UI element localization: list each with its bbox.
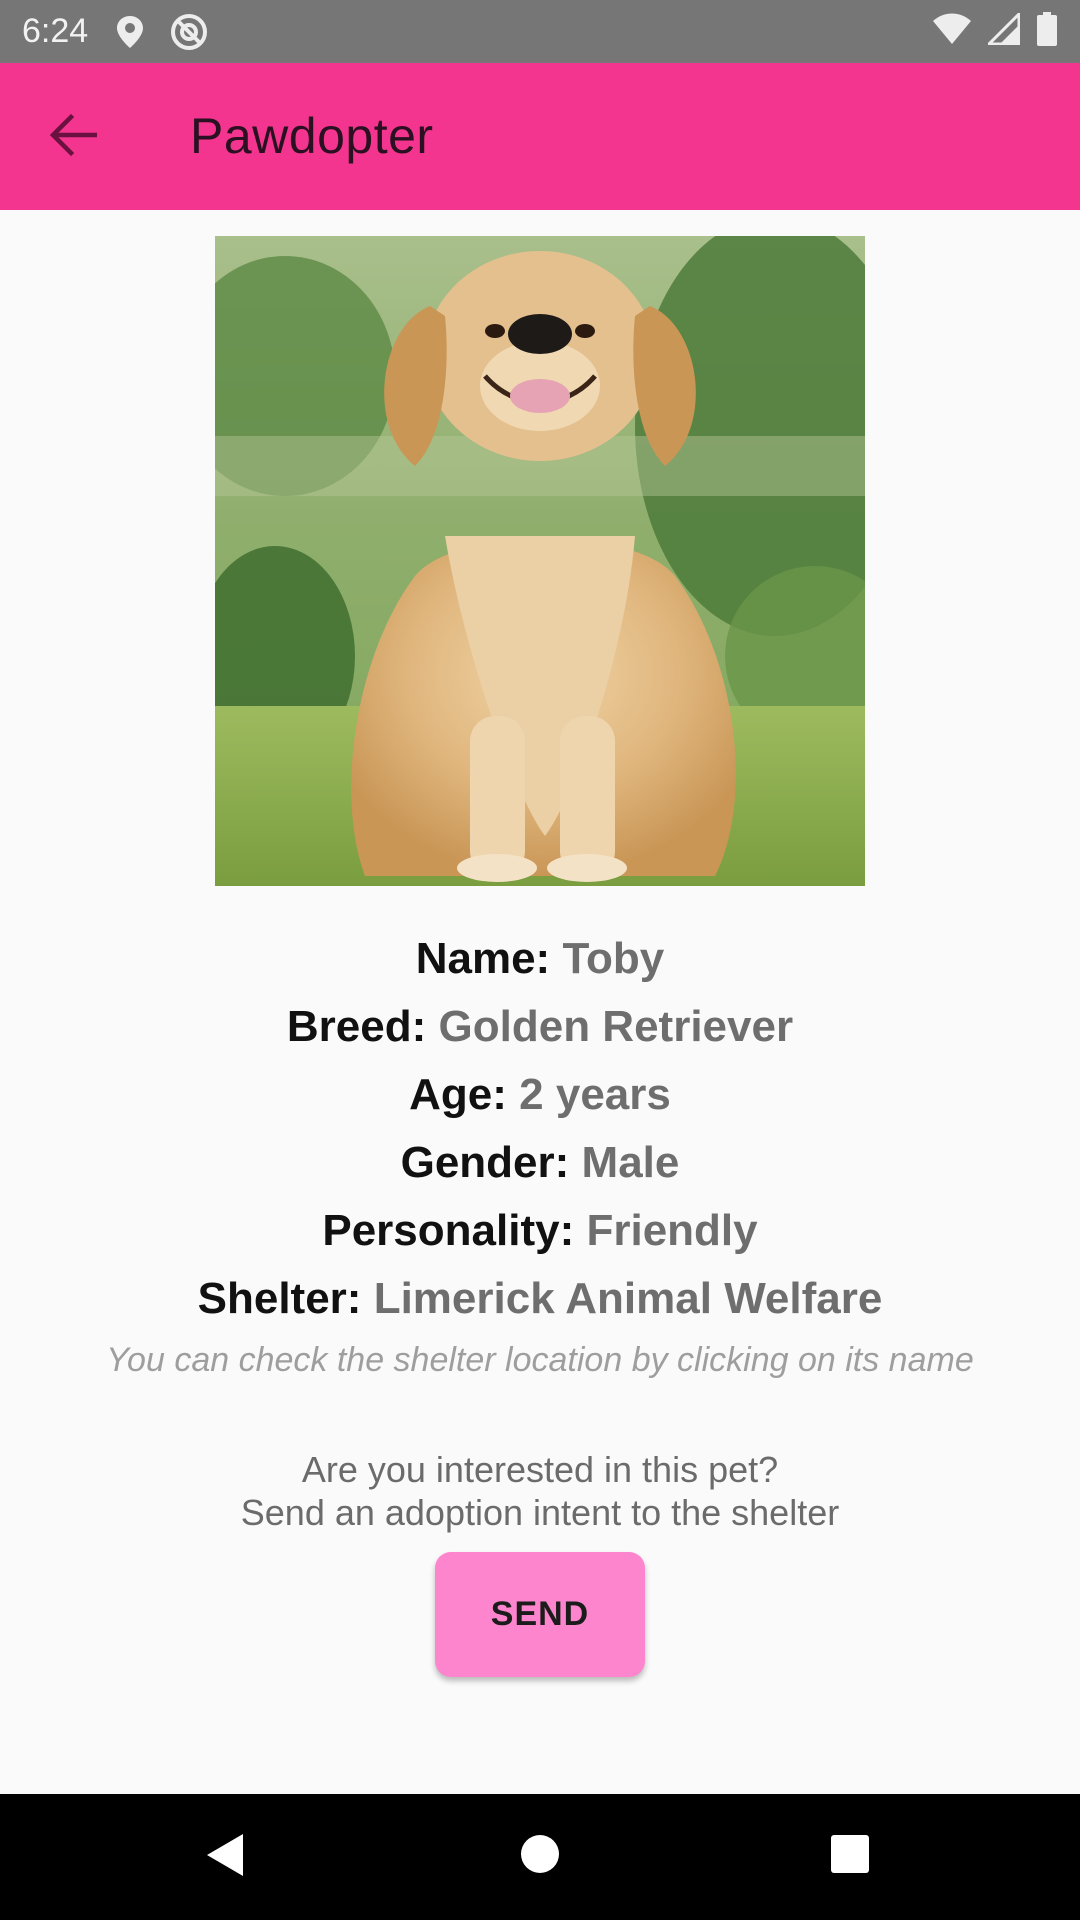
detail-row-breed: Breed: Golden Retriever	[0, 993, 1080, 1061]
detail-value-breed: Golden Retriever	[438, 1002, 794, 1051]
recents-square-icon	[830, 1835, 870, 1878]
battery-icon	[1036, 12, 1058, 51]
detail-row-name: Name: Toby	[0, 925, 1080, 993]
location-icon	[116, 15, 144, 49]
home-circle-icon	[520, 1835, 560, 1878]
detail-row-age: Age: 2 years	[0, 1061, 1080, 1129]
back-triangle-icon	[205, 1834, 245, 1882]
status-time: 6:24	[22, 12, 89, 50]
adoption-prompt-line2: Send an adoption intent to the shelter	[240, 1492, 840, 1533]
detail-value-personality: Friendly	[586, 1206, 758, 1255]
detail-row-gender: Gender: Male	[0, 1129, 1080, 1197]
detail-label: Age:	[409, 1070, 507, 1119]
app-title: Pawdopter	[190, 108, 434, 164]
nav-home-button[interactable]	[520, 1834, 560, 1879]
detail-label: Name:	[415, 934, 551, 983]
nav-recents-button[interactable]	[830, 1834, 870, 1879]
golden-retriever-photo	[215, 236, 865, 886]
detail-label: Shelter:	[197, 1274, 362, 1323]
detail-label: Gender:	[400, 1138, 570, 1187]
detail-row-shelter: Shelter: Limerick Animal Welfare	[0, 1265, 1080, 1333]
detail-row-personality: Personality: Friendly	[0, 1197, 1080, 1265]
adoption-prompt: Are you interested in this pet? Send an …	[0, 1448, 1080, 1534]
nav-back-button[interactable]	[205, 1832, 245, 1883]
signal-icon	[985, 10, 1021, 50]
adoption-prompt-line1: Are you interested in this pet?	[301, 1449, 779, 1490]
detail-label: Breed:	[286, 1002, 427, 1051]
detail-value-name: Toby	[562, 934, 665, 983]
pet-details: Name: Toby Breed: Golden Retriever Age: …	[0, 925, 1080, 1385]
send-button[interactable]: SEND	[435, 1552, 645, 1677]
status-bar: 6:24	[0, 0, 1080, 63]
shelter-name-link[interactable]: Limerick Animal Welfare	[374, 1274, 883, 1323]
shelter-hint: You can check the shelter location by cl…	[106, 1341, 974, 1379]
navigation-bar	[0, 1794, 1080, 1920]
detail-label: Personality:	[322, 1206, 575, 1255]
back-button[interactable]	[42, 107, 104, 167]
app-bar: Pawdopter	[0, 63, 1080, 210]
wifi-icon	[932, 13, 972, 50]
at-sign-icon	[170, 13, 208, 51]
detail-value-gender: Male	[581, 1138, 680, 1187]
arrow-back-icon	[49, 113, 98, 162]
detail-value-age: 2 years	[519, 1070, 671, 1119]
pet-photo	[215, 236, 865, 886]
